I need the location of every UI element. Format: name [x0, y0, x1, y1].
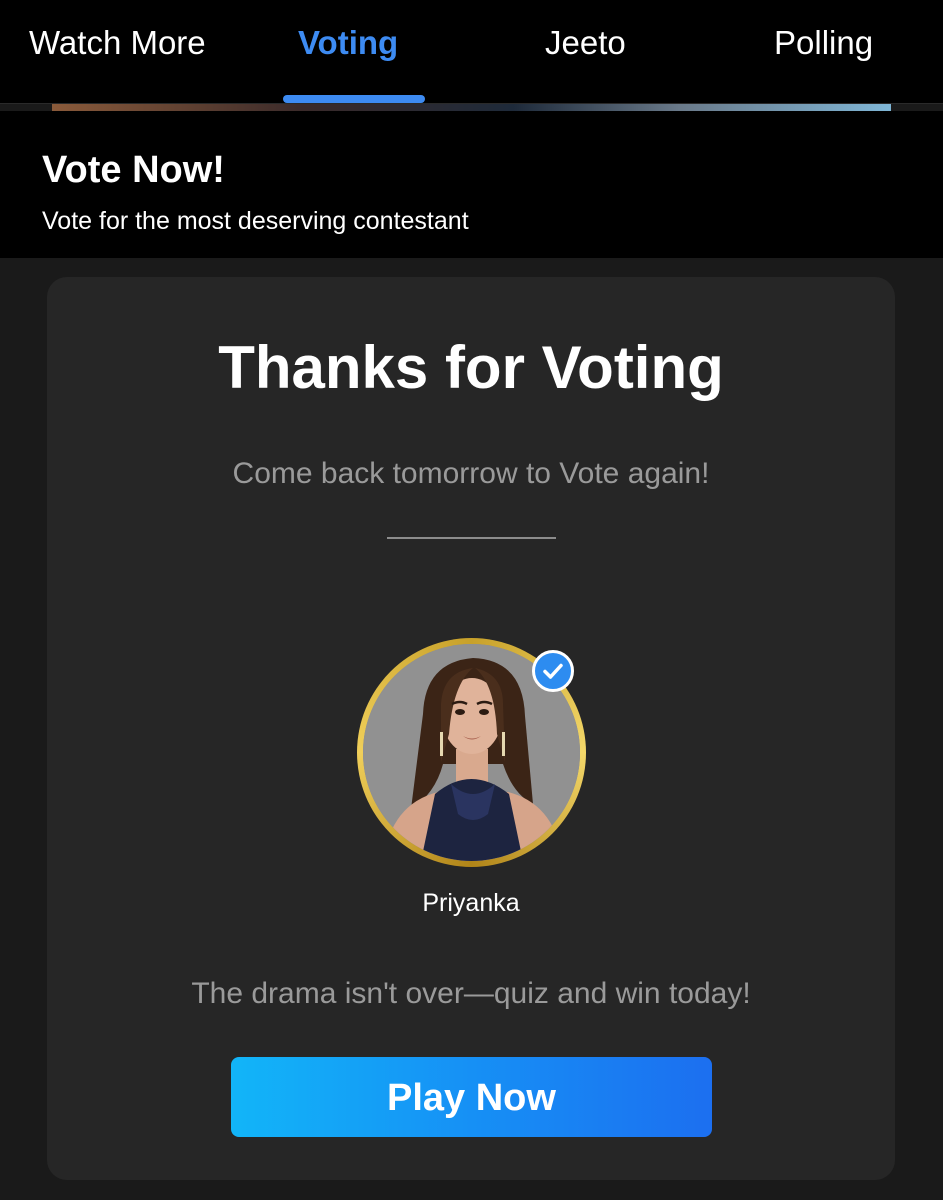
page-title: Vote Now!: [42, 149, 225, 191]
banner-image-strip: [52, 104, 891, 111]
contestant-name: Priyanka: [422, 889, 520, 917]
tab-jeeto[interactable]: Jeeto: [545, 24, 626, 62]
come-back-message: Come back tomorrow to Vote again!: [232, 457, 710, 490]
thanks-card: Thanks for Voting Come back tomorrow to …: [47, 277, 895, 1180]
tab-voting[interactable]: Voting: [298, 24, 398, 62]
tab-polling[interactable]: Polling: [774, 24, 873, 62]
tab-watch-more[interactable]: Watch More: [29, 24, 206, 62]
verified-check-icon: [532, 650, 574, 692]
quiz-promo-text: The drama isn't over—quiz and win today!: [191, 977, 751, 1010]
play-now-button[interactable]: Play Now: [231, 1057, 712, 1137]
active-tab-indicator: [283, 95, 425, 103]
thanks-title: Thanks for Voting: [218, 334, 724, 401]
top-tab-bar: Watch More Voting Jeeto Polling: [0, 0, 943, 104]
vote-header: Vote Now! Vote for the most deserving co…: [0, 111, 943, 258]
divider: [387, 537, 556, 539]
page-subtitle: Vote for the most deserving contestant: [42, 207, 469, 235]
